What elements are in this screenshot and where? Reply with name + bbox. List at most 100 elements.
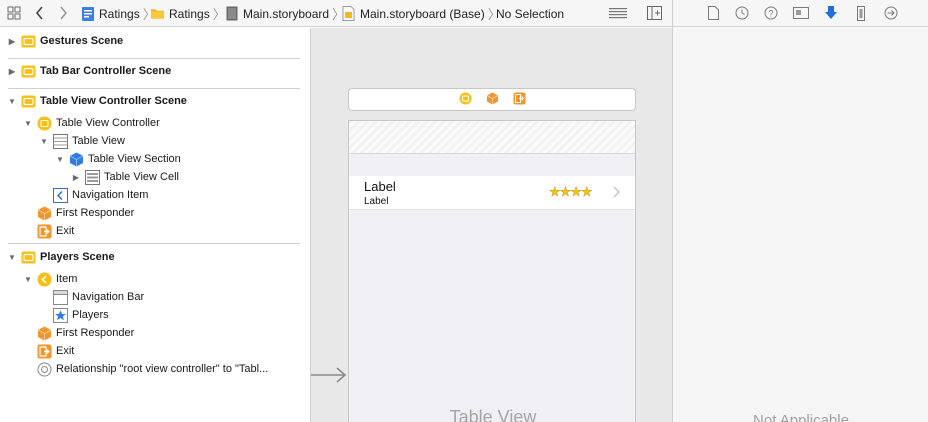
connections-inspector-icon[interactable] <box>883 5 899 21</box>
outline-item-label: Table View Cell <box>104 171 180 183</box>
outline-item-table-view-cell[interactable]: ▶ Table View Cell <box>71 168 179 186</box>
exit-dock-icon[interactable] <box>513 92 526 108</box>
view-controller-dock-icon[interactable] <box>459 92 472 108</box>
blue-cube-icon <box>69 152 84 167</box>
outline-scene-table-view-controller[interactable]: ▼ Table View Controller Scene <box>7 92 187 110</box>
cell-title-label[interactable]: Label <box>364 179 396 194</box>
exit-icon <box>37 344 52 359</box>
svg-text:?: ? <box>768 9 773 19</box>
table-view-icon <box>53 133 68 149</box>
outline-item-label: Table View Controller <box>56 117 160 129</box>
scene-icon <box>21 34 36 49</box>
disclosure-right-icon[interactable]: ▶ <box>7 66 17 76</box>
rating-stars[interactable]: ★★★★ <box>549 184 593 200</box>
breadcrumb-group-label: Ratings <box>169 6 210 21</box>
outline-item-table-view-section[interactable]: ▼ Table View Section <box>55 150 181 168</box>
first-responder-cube-icon <box>37 326 52 341</box>
document-outline: ▶ Gestures Scene ▶ Tab Bar Controller Sc… <box>0 28 310 422</box>
outline-item-navigation-bar[interactable]: Navigation Bar <box>39 288 144 306</box>
tab-bar-item-star-icon <box>53 307 68 323</box>
disclosure-down-icon[interactable]: ▼ <box>23 274 33 284</box>
breadcrumb-localization-label: Main.storyboard (Base) <box>360 6 485 21</box>
breadcrumb-project[interactable]: Ratings 〉 <box>80 0 156 27</box>
document-items-lines-icon[interactable] <box>609 5 627 21</box>
outline-item-relationship-segue[interactable]: Relationship "root view controller" to "… <box>23 360 268 378</box>
exit-icon <box>37 224 52 239</box>
project-file-icon <box>80 6 95 21</box>
outline-item-table-view-controller[interactable]: ▼ Table View Controller <box>23 114 160 132</box>
outline-scene-label: Tab Bar Controller Scene <box>40 65 172 77</box>
disclosure-right-icon[interactable]: ▶ <box>71 172 81 182</box>
disclosure-down-icon[interactable]: ▼ <box>55 154 65 164</box>
breadcrumb-storyboard-label: Main.storyboard <box>243 6 330 21</box>
outline-item-players-tab[interactable]: Players <box>39 306 109 324</box>
scene-icon <box>21 64 36 79</box>
scene-icon <box>21 250 36 265</box>
inspector-pane: ? Not Applicable <box>672 0 928 422</box>
outline-item-label: Relationship "root view controller" to "… <box>56 363 269 375</box>
outline-item-first-responder[interactable]: First Responder <box>23 204 134 222</box>
table-view-controller-frame[interactable]: Label Label ★★★★ Table View <box>348 120 636 422</box>
outline-item-exit[interactable]: Exit <box>23 342 74 360</box>
breadcrumb-project-label: Ratings <box>99 6 140 21</box>
disclosure-down-icon[interactable]: ▼ <box>7 96 17 106</box>
outline-item-label: Navigation Item <box>72 189 149 201</box>
first-responder-dock-icon[interactable] <box>486 92 499 108</box>
file-inspector-icon[interactable] <box>705 5 721 21</box>
outline-scene-tab-bar-controller[interactable]: ▶ Tab Bar Controller Scene <box>7 62 171 80</box>
navigation-bar[interactable] <box>349 121 635 154</box>
outline-item-label: Table View <box>72 135 125 147</box>
quick-help-icon[interactable]: ? <box>763 5 779 21</box>
size-inspector-icon[interactable] <box>853 5 869 21</box>
outline-item-label: Exit <box>56 345 75 357</box>
disclosure-down-icon[interactable]: ▼ <box>23 118 33 128</box>
back-chevron-icon[interactable] <box>31 5 49 21</box>
breadcrumb-group[interactable]: Ratings 〉 <box>150 0 226 27</box>
storyboard-file-icon <box>224 6 239 21</box>
view-controller-icon <box>37 116 52 131</box>
add-editor-split-icon[interactable] <box>645 5 663 21</box>
outline-item-item[interactable]: ▼ Item <box>23 270 77 288</box>
outline-item-label: Players <box>72 309 109 321</box>
inspector-tab-bar: ? <box>673 0 928 27</box>
identity-inspector-icon[interactable] <box>793 5 809 21</box>
scene-icon <box>21 94 36 109</box>
breadcrumb-selection[interactable]: No Selection <box>496 0 564 27</box>
outline-item-navigation-item[interactable]: Navigation Item <box>39 186 148 204</box>
outline-item-label: Navigation Bar <box>72 291 145 303</box>
disclosure-down-icon[interactable]: ▼ <box>7 252 17 262</box>
related-items-grid-icon[interactable] <box>5 5 23 21</box>
disclosure-chevron-icon <box>613 186 621 201</box>
segue-arrow-icon[interactable] <box>311 366 347 384</box>
table-view-placeholder-text: Table View <box>449 407 537 422</box>
breadcrumb-localization[interactable]: Main.storyboard (Base) 〉 <box>341 0 501 27</box>
outline-item-label: Item <box>56 273 78 285</box>
table-view-cell[interactable]: Label Label ★★★★ <box>349 176 635 210</box>
disclosure-down-icon[interactable]: ▼ <box>39 136 49 146</box>
base-localization-icon <box>341 6 356 21</box>
outline-scene-label: Gestures Scene <box>40 35 124 47</box>
outline-item-table-view[interactable]: ▼ Table View <box>39 132 125 150</box>
outline-item-first-responder[interactable]: First Responder <box>23 324 134 342</box>
disclosure-right-icon[interactable]: ▶ <box>7 36 17 46</box>
relationship-segue-icon <box>37 362 52 377</box>
cell-subtitle-label[interactable]: Label <box>364 196 388 207</box>
outline-scene-label: Players Scene <box>40 251 115 263</box>
forward-chevron-icon[interactable] <box>54 5 72 21</box>
folder-icon <box>150 6 165 21</box>
breadcrumb-storyboard[interactable]: Main.storyboard 〉 <box>224 0 345 27</box>
inspector-empty-text: Not Applicable <box>753 412 849 422</box>
history-clock-icon[interactable] <box>734 5 750 21</box>
navigation-item-icon <box>53 187 68 203</box>
outline-scene-players[interactable]: ▼ Players Scene <box>7 248 115 266</box>
outline-item-exit[interactable]: Exit <box>23 222 74 240</box>
navigation-controller-icon <box>37 272 52 287</box>
outline-divider <box>8 243 300 244</box>
outline-item-label: Table View Section <box>88 153 181 165</box>
breadcrumb-selection-label: No Selection <box>496 6 565 21</box>
attributes-inspector-icon[interactable] <box>823 5 839 21</box>
outline-scene-gestures[interactable]: ▶ Gestures Scene <box>7 32 123 50</box>
outline-item-label: Exit <box>56 225 75 237</box>
outline-scene-label: Table View Controller Scene <box>40 95 187 107</box>
storyboard-canvas[interactable]: Label Label ★★★★ Table View <box>310 28 672 422</box>
